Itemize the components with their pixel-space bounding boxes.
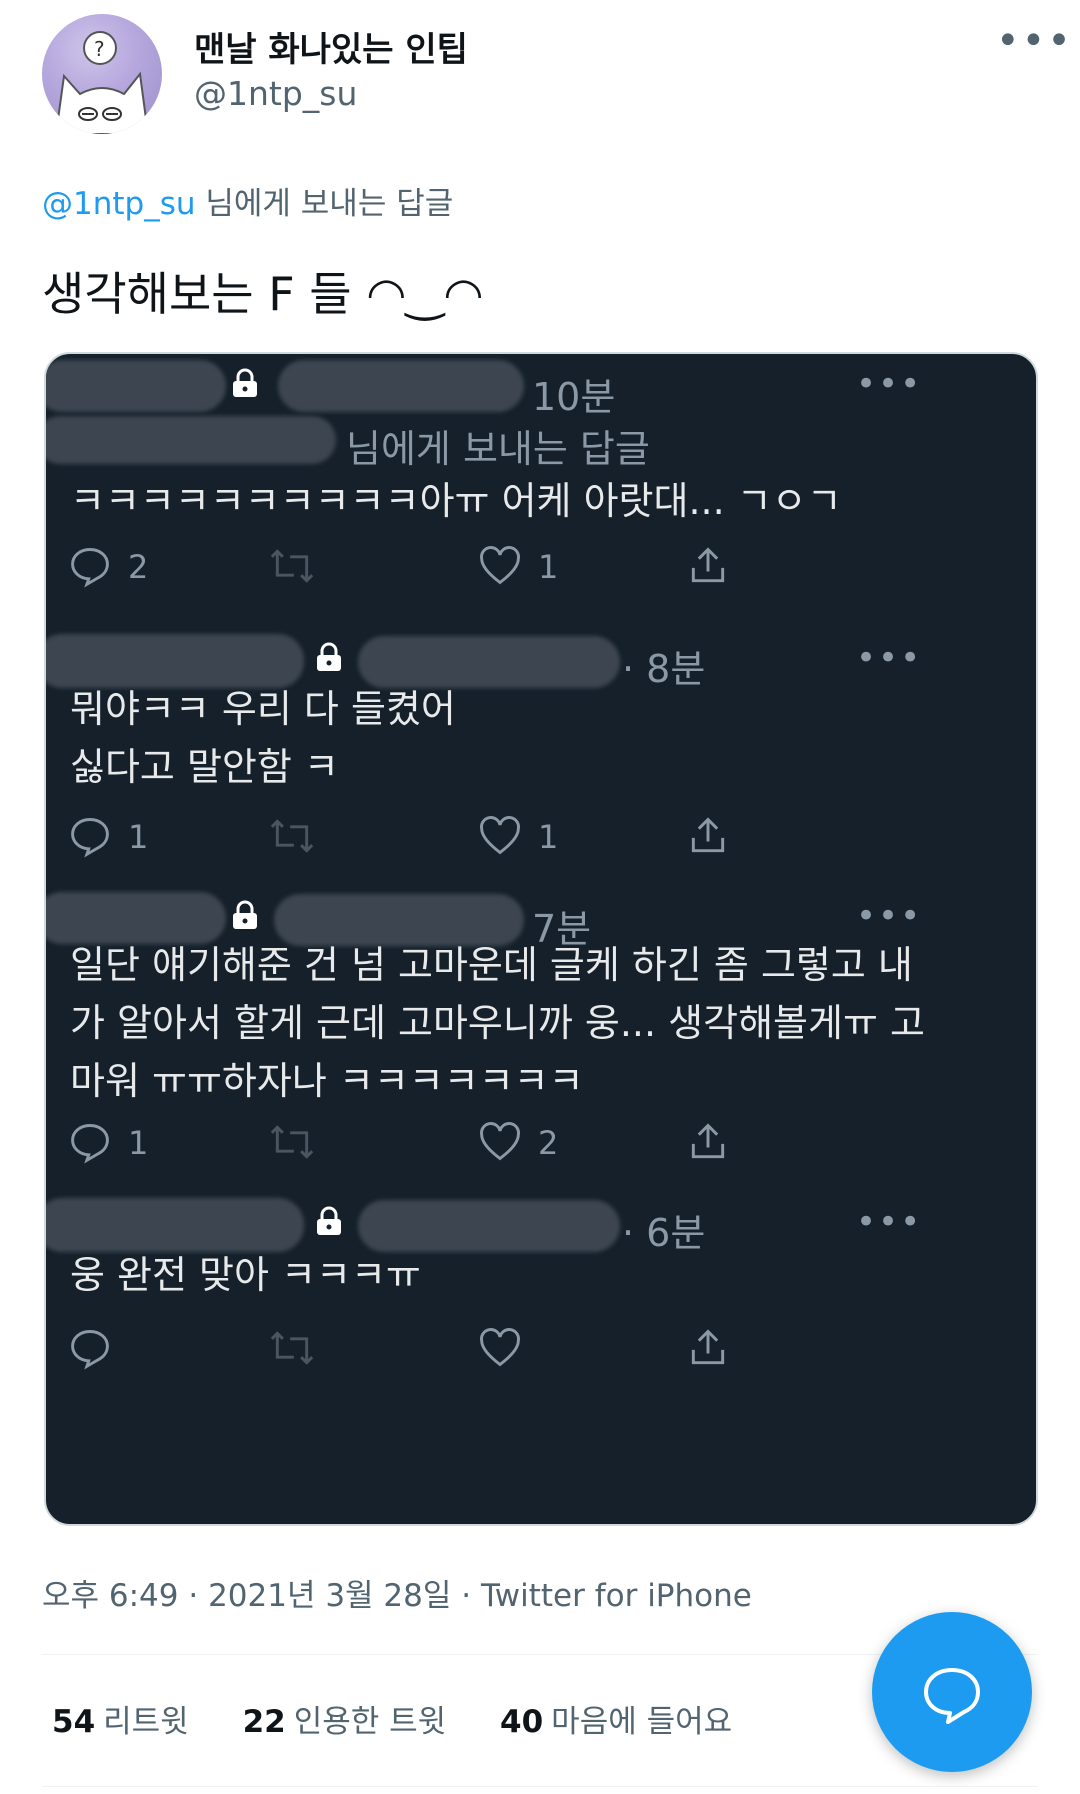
redacted-name: [46, 1198, 304, 1252]
quotes-label: 인용한 트윗: [293, 1704, 447, 1740]
reply-count: 1: [128, 818, 149, 856]
share-action[interactable]: [686, 1326, 736, 1374]
like-action[interactable]: 2: [478, 1120, 558, 1168]
reply-line: 뭐야ㅋㅋ 우리 다 들켰어: [70, 687, 456, 731]
reply-time: · 6분: [622, 1211, 706, 1255]
like-action[interactable]: [478, 1326, 558, 1374]
avatar[interactable]: ?: [42, 14, 162, 134]
like-count: 2: [538, 1124, 559, 1162]
redacted-handle: [358, 1200, 620, 1252]
quotes-stat[interactable]: 22 인용한 트윗: [243, 1696, 447, 1741]
lock-icon: [233, 368, 257, 397]
heart-icon: [480, 1328, 520, 1367]
reply-icon: [71, 818, 109, 858]
likes-stat[interactable]: 40 마음에 들어요: [500, 1696, 732, 1741]
reply-more-icon[interactable]: •••: [856, 1202, 922, 1242]
retweet-icon: [270, 1331, 314, 1365]
share-action[interactable]: [686, 544, 736, 592]
retweet-icon: [270, 549, 314, 583]
reply-more-icon[interactable]: •••: [856, 364, 922, 404]
reply-line: 일단 얘기해준 건 넘 고마운데 글케 하긴 좀 그렇고 내: [70, 943, 913, 987]
redacted-name: [46, 360, 226, 412]
retweet-action[interactable]: [268, 814, 348, 862]
tweet-timestamp[interactable]: 오후 6:49 · 2021년 3월 28일 · Twitter for iPh…: [42, 1570, 752, 1615]
like-action[interactable]: 1: [478, 544, 558, 592]
like-count: 1: [538, 548, 559, 586]
share-action[interactable]: [686, 1120, 736, 1168]
lock-icon: [233, 900, 257, 929]
share-action[interactable]: [686, 814, 736, 862]
share-icon: [691, 817, 725, 853]
reply-count: 1: [128, 1124, 149, 1162]
heart-icon: [480, 816, 520, 855]
reply-text: 웅 완전 맞아 ㅋㅋㅋㅠ: [70, 1246, 421, 1304]
reply-time: 10분: [532, 375, 616, 419]
redacted-handle: [278, 360, 524, 412]
reply-icon: [71, 548, 109, 588]
reply-mention-link[interactable]: @1ntp_su: [42, 186, 196, 222]
heart-icon: [480, 546, 520, 585]
reply-line: 싫다고 말안함 ㅋ: [70, 745, 339, 789]
lock-icon: [317, 1206, 341, 1235]
reply-action[interactable]: 1: [68, 814, 148, 862]
reply-action[interactable]: 1: [68, 1120, 148, 1168]
reply-action[interactable]: 2: [68, 544, 148, 592]
like-action[interactable]: 1: [478, 814, 558, 862]
share-icon: [691, 1329, 725, 1365]
likes-count: 40: [500, 1704, 544, 1740]
reply-more-icon[interactable]: •••: [856, 896, 922, 936]
retweet-action[interactable]: [268, 1120, 348, 1168]
retweets-label: 리트윗: [103, 1704, 189, 1740]
reply-line: 마워 ㅠㅠ하자나 ㅋㅋㅋㅋㅋㅋㅋ: [70, 1059, 584, 1103]
reply-bubble-icon: [924, 1668, 980, 1724]
reply-text: 일단 얘기해준 건 넘 고마운데 글케 하긴 좀 그렇고 내 가 알아서 할게 …: [70, 936, 925, 1110]
heart-icon: [480, 1122, 520, 1161]
reply-action[interactable]: [68, 1326, 148, 1374]
svg-text:?: ?: [94, 37, 105, 61]
reply-to-label: 님에게 보내는 답글: [346, 427, 650, 471]
reply-more-icon[interactable]: •••: [856, 638, 922, 678]
divider: [42, 1786, 1038, 1787]
share-icon: [691, 1123, 725, 1159]
share-icon: [691, 547, 725, 583]
retweet-action[interactable]: [268, 544, 348, 592]
likes-label: 마음에 들어요: [551, 1704, 733, 1740]
reply-line: 가 알아서 할게 근데 고마우니까 웅... 생각해볼게ㅠ 고: [70, 1001, 925, 1045]
lock-icon: [317, 642, 341, 671]
reply-context-label: 님에게 보내는 답글: [195, 186, 454, 222]
like-count: 1: [538, 818, 559, 856]
user-handle[interactable]: @1ntp_su: [194, 74, 357, 113]
retweet-icon: [270, 819, 314, 853]
tweet-text: 생각해보는 F 들 ◠‿◠: [42, 267, 484, 321]
reply-line: ㅋㅋㅋㅋㅋㅋㅋㅋㅋㅋ아ㅠ 어케 아랏대... ㄱㅇㄱ: [70, 479, 842, 523]
redacted-mention: [46, 416, 336, 464]
attached-image[interactable]: 10분 ••• 님에게 보내는 답글 ㅋㅋㅋㅋㅋㅋㅋㅋㅋㅋ아ㅠ 어케 아랏대..…: [44, 352, 1038, 1526]
reply-line: 웅 완전 맞아 ㅋㅋㅋㅠ: [70, 1253, 421, 1297]
tweet-stats: 54 리트윗 22 인용한 트윗 40 마음에 들어요: [52, 1696, 776, 1741]
retweet-icon: [270, 1125, 314, 1159]
reply-count: 2: [128, 548, 149, 586]
reply-text: 뭐야ㅋㅋ 우리 다 들켰어 싫다고 말안함 ㅋ: [70, 680, 456, 796]
reply-text: ㅋㅋㅋㅋㅋㅋㅋㅋㅋㅋ아ㅠ 어케 아랏대... ㄱㅇㄱ: [70, 472, 842, 530]
cat-avatar-icon: ?: [54, 31, 150, 134]
display-name[interactable]: 맨날 화나있는 인팁: [194, 22, 468, 71]
retweet-action[interactable]: [268, 1326, 348, 1374]
more-options-icon[interactable]: •••: [996, 18, 1073, 64]
reply-context: @1ntp_su 님에게 보내는 답글: [42, 178, 453, 223]
retweets-stat[interactable]: 54 리트윗: [52, 1696, 189, 1741]
reply-icon: [71, 1330, 109, 1370]
reply-time: · 8분: [622, 647, 706, 691]
compose-reply-button[interactable]: [872, 1612, 1032, 1772]
retweets-count: 54: [52, 1704, 96, 1740]
quotes-count: 22: [242, 1704, 286, 1740]
reply-icon: [71, 1124, 109, 1164]
